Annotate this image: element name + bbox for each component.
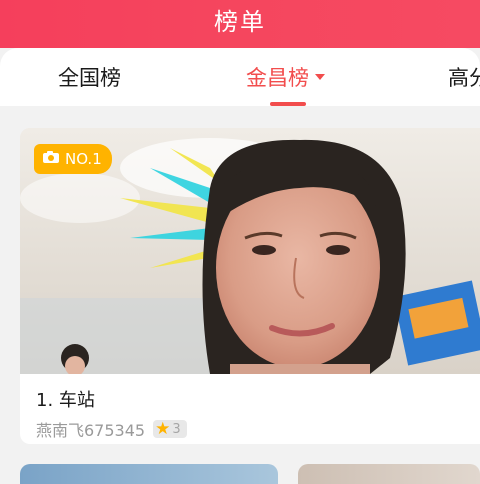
rank-badge-label: NO.1: [65, 150, 102, 168]
item-title[interactable]: 1. 车站: [36, 386, 95, 412]
tab-jinchang[interactable]: 金昌榜: [246, 62, 325, 92]
tab-high-score[interactable]: 高分: [448, 62, 480, 92]
ranking-list: NO.1 1. 车站 燕南飞675345 ★ 3: [0, 106, 480, 484]
cover-image[interactable]: NO.1: [20, 128, 480, 374]
rank-badge: NO.1: [34, 144, 112, 174]
star-icon: ★: [155, 418, 171, 439]
tab-label: 高分: [448, 66, 480, 90]
page-title: 榜单: [214, 8, 266, 36]
tab-label: 全国榜: [58, 66, 121, 90]
item-meta: 燕南飞675345 ★ 3: [36, 417, 187, 441]
list-item[interactable]: NO.1 1. 车站 燕南飞675345 ★ 3: [20, 128, 480, 444]
tab-label: 金昌榜: [246, 66, 309, 90]
level-value: 3: [172, 421, 181, 437]
tab-national[interactable]: 全国榜: [58, 62, 121, 92]
list-item[interactable]: [298, 464, 480, 484]
author-name[interactable]: 燕南飞675345: [36, 417, 145, 441]
list-item[interactable]: [20, 464, 278, 484]
caret-down-icon: [315, 74, 325, 80]
header-bar: 榜单: [0, 0, 480, 48]
level-badge: ★ 3: [153, 420, 187, 438]
tab-bar: 全国榜 金昌榜 高分: [0, 48, 480, 106]
camera-icon: [42, 150, 60, 168]
